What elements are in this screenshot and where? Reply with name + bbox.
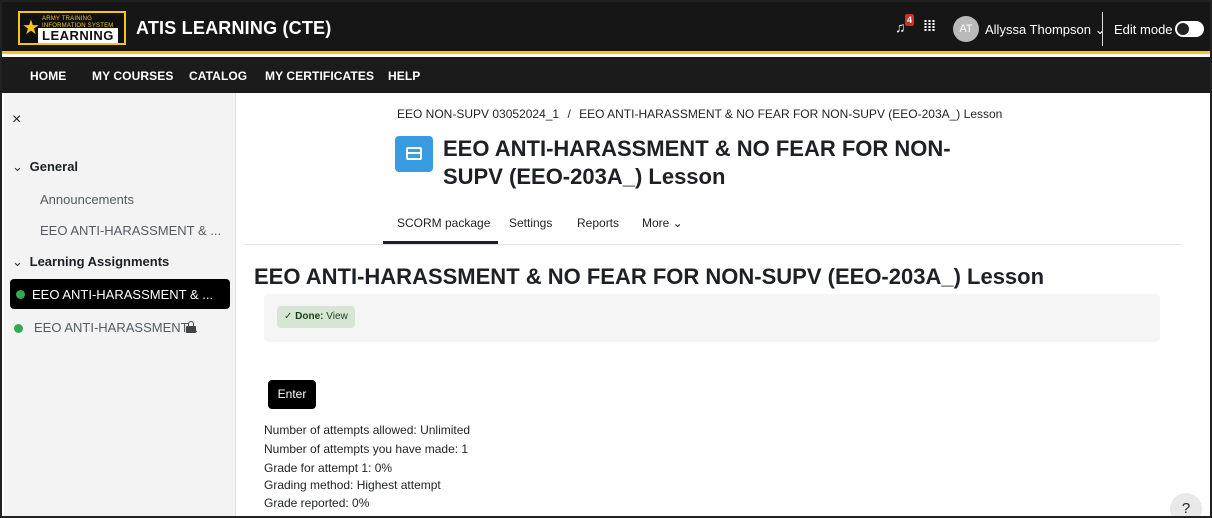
chevron-down-icon: ⌄ — [1094, 22, 1106, 37]
breadcrumb: EEO NON-SUPV 03052024_1 / EEO ANTI-HARAS… — [397, 107, 1002, 121]
drawer-item-eeo-lesson[interactable]: EEO ANTI-HARASSMENT & ... — [40, 223, 221, 238]
close-icon[interactable]: × — [12, 111, 21, 129]
tab-more[interactable]: More ⌄ — [642, 216, 683, 230]
apps-grid-icon[interactable]: ⁞⁞⁞ — [923, 18, 936, 35]
section-general[interactable]: ⌄ General — [12, 159, 78, 175]
primary-navigation: HOME MY COURSES CATALOG MY CERTIFICATES … — [2, 57, 1210, 93]
activity-completion-area: ✓ Done: View — [264, 294, 1160, 342]
drawer-item-label: EEO ANTI-HARASSMENT & ... — [32, 287, 214, 302]
nav-my-certificates[interactable]: MY CERTIFICATES — [265, 69, 374, 83]
bell-icon[interactable]: ♫ — [895, 19, 906, 35]
active-tab-indicator — [383, 241, 498, 244]
nav-catalog[interactable]: CATALOG — [189, 69, 247, 83]
help-icon[interactable]: ? — [1170, 493, 1202, 516]
tab-reports[interactable]: Reports — [577, 216, 619, 230]
complete-dot-icon — [16, 290, 25, 299]
site-title[interactable]: ATIS LEARNING (CTE) — [136, 18, 331, 39]
nav-home[interactable]: HOME — [30, 69, 66, 83]
grading-method: Grading method: Highest attempt — [264, 478, 441, 492]
user-avatar[interactable]: AT — [953, 16, 979, 42]
complete-dot-icon — [14, 324, 23, 333]
atis-learning-logo[interactable]: ★ ARMY TRAINING INFORMATION SYSTEM LEARN… — [18, 11, 126, 45]
user-name: Allyssa Thompson — [985, 22, 1091, 37]
chevron-down-icon[interactable]: ⌄ — [12, 159, 26, 175]
completion-status-badge: ✓ Done: View — [277, 306, 355, 328]
divider — [1102, 12, 1103, 46]
nav-help[interactable]: HELP — [388, 69, 420, 83]
breadcrumb-current[interactable]: EEO ANTI-HARASSMENT & NO FEAR FOR NON-SU… — [579, 107, 1002, 121]
notification-count-badge: 4 — [905, 14, 915, 26]
page-frame: ★ ARMY TRAINING INFORMATION SYSTEM LEARN… — [0, 0, 1212, 518]
lock-icon — [186, 321, 196, 333]
page-title: EEO ANTI-HARASSMENT & NO FEAR FOR NON-SU… — [443, 136, 951, 189]
nav-my-courses[interactable]: MY COURSES — [92, 69, 173, 83]
logo-main-text: LEARNING — [38, 28, 118, 43]
top-navbar: ★ ARMY TRAINING INFORMATION SYSTEM LEARN… — [2, 2, 1210, 54]
edit-mode-toggle[interactable] — [1175, 21, 1204, 37]
breadcrumb-course-link[interactable]: EEO NON-SUPV 03052024_1 — [397, 107, 559, 121]
enter-button[interactable]: Enter — [268, 380, 316, 409]
completion-label: Done: — [295, 311, 324, 322]
drawer-item-announcements[interactable]: Announcements — [40, 192, 134, 207]
section-label: General — [29, 159, 79, 174]
toggle-knob — [1177, 23, 1189, 35]
grade-reported: Grade reported: 0% — [264, 496, 370, 510]
attempts-made: Number of attempts you have made: 1 — [264, 442, 469, 456]
attempts-allowed: Number of attempts allowed: Unlimited — [264, 423, 471, 437]
user-menu-toggle[interactable]: Allyssa Thompson ⌄ — [985, 22, 1106, 38]
tab-settings[interactable]: Settings — [509, 216, 552, 230]
course-index-drawer: × ⌄ General Announcements EEO ANTI-HARAS… — [4, 93, 236, 516]
breadcrumb-separator: / — [567, 107, 571, 121]
drawer-item-label: EEO ANTI-HARASSMENT... — [34, 320, 198, 335]
edit-mode-label: Edit mode — [1114, 22, 1173, 37]
tab-scorm-package[interactable]: SCORM package — [397, 216, 490, 230]
activity-heading: EEO ANTI-HARASSMENT & NO FEAR FOR NON-SU… — [254, 264, 1045, 289]
check-icon: ✓ — [284, 311, 293, 322]
chevron-down-icon[interactable]: ⌄ — [12, 254, 26, 270]
secondary-navigation: SCORM package Settings Reports More ⌄ — [245, 207, 1181, 245]
drawer-item-current-activity[interactable]: EEO ANTI-HARASSMENT & ... — [10, 279, 230, 309]
grade-attempt-1: Grade for attempt 1: 0% — [264, 461, 393, 475]
section-learning-assignments[interactable]: ⌄ Learning Assignments — [12, 254, 169, 270]
completion-value: View — [326, 311, 348, 322]
scorm-package-icon — [395, 136, 433, 172]
section-label: Learning Assignments — [29, 254, 170, 269]
